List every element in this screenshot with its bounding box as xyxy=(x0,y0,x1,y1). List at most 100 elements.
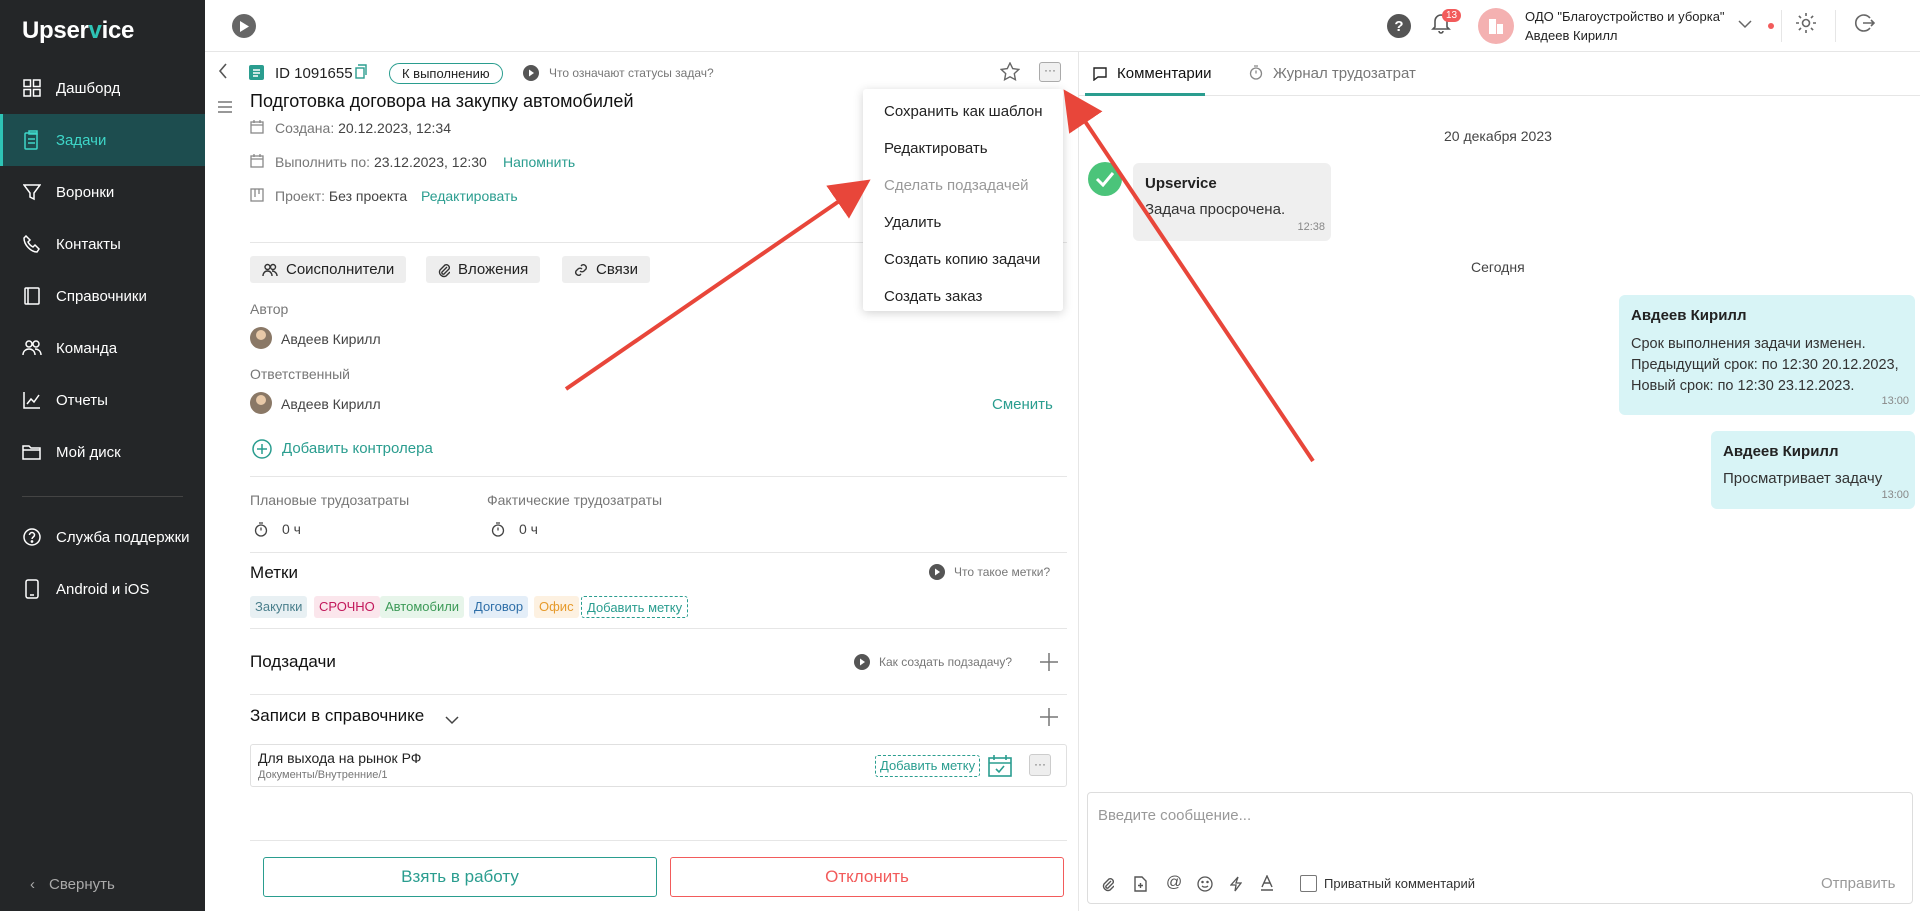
more-actions-button[interactable]: ··· xyxy=(1039,62,1061,82)
lightning-icon[interactable] xyxy=(1229,876,1243,897)
paperclip-icon[interactable] xyxy=(1102,876,1115,897)
add-circle-icon[interactable] xyxy=(252,439,272,464)
nav-item-dashboard[interactable]: Дашборд xyxy=(0,62,205,114)
plan-label: Плановые трудозатраты xyxy=(250,492,410,508)
timer-icon xyxy=(254,522,268,542)
attachments-button[interactable]: Вложения xyxy=(426,256,541,283)
status-badge[interactable]: К выполнению xyxy=(389,63,503,84)
play-video-icon[interactable] xyxy=(232,14,256,38)
tags-help-link[interactable]: Что такое метки? xyxy=(954,565,1050,579)
date-separator: Сегодня xyxy=(1471,259,1525,275)
chat-icon xyxy=(1092,66,1108,86)
notification-badge: 13 xyxy=(1442,9,1462,22)
record-more-button[interactable]: ··· xyxy=(1029,754,1051,776)
menu-make-subtask[interactable]: Сделать подзадачей xyxy=(863,167,1063,204)
menu-copy-task[interactable]: Создать копию задачи xyxy=(863,241,1063,278)
status-help-link[interactable]: Что означают статусы задач? xyxy=(549,66,714,80)
collapse-button[interactable]: ‹ Свернуть xyxy=(30,876,115,893)
active-tab-indicator xyxy=(1085,93,1205,96)
record-path: Документы/Внутренние/1 xyxy=(258,769,388,781)
calendar-check-icon[interactable] xyxy=(988,755,1012,782)
created-field: Создана: 20.12.2023, 12:34 xyxy=(275,120,451,136)
help-circle-icon xyxy=(22,527,42,547)
nav-item-support[interactable]: Служба поддержки xyxy=(0,511,205,563)
nav-item-mobile[interactable]: Android и iOS xyxy=(0,563,205,615)
chevron-left-icon: ‹ xyxy=(30,876,35,893)
back-icon[interactable] xyxy=(218,63,228,84)
private-checkbox[interactable] xyxy=(1300,875,1317,892)
record-add-tag-button[interactable]: Добавить метку xyxy=(875,755,981,777)
subtasks-help-link[interactable]: Как создать подзадачу? xyxy=(879,655,1012,669)
nav-divider xyxy=(22,496,183,497)
tab-comments[interactable]: Комментарии xyxy=(1117,65,1211,82)
nav-item-funnels[interactable]: Воронки xyxy=(0,166,205,218)
status-dot xyxy=(1768,23,1774,29)
nav-item-reports[interactable]: Отчеты xyxy=(0,374,205,426)
logout-icon[interactable] xyxy=(1853,12,1876,39)
copy-icon[interactable] xyxy=(355,64,367,84)
tab-time-log[interactable]: Журнал трудозатрат xyxy=(1273,65,1416,82)
tag-office[interactable]: Офис xyxy=(534,596,579,618)
menu-save-template[interactable]: Сохранить как шаблон xyxy=(863,93,1063,130)
dashboard-icon xyxy=(22,78,42,98)
chevron-down-icon[interactable] xyxy=(1738,16,1752,34)
text-format-icon[interactable] xyxy=(1260,874,1274,896)
nav-item-team[interactable]: Команда xyxy=(0,322,205,374)
author-label: Автор xyxy=(250,301,289,317)
chevron-down-icon[interactable] xyxy=(445,712,459,730)
project-icon xyxy=(250,188,264,207)
take-to-work-button[interactable]: Взять в работу xyxy=(263,857,657,897)
file-add-icon[interactable] xyxy=(1134,876,1147,897)
tag-urgent[interactable]: СРОЧНО xyxy=(314,596,380,618)
nav-item-tasks[interactable]: Задачи xyxy=(0,114,205,166)
links-button[interactable]: Связи xyxy=(562,256,651,283)
message-composer: Введите сообщение... @ Приватный коммент… xyxy=(1087,792,1913,904)
funnel-icon xyxy=(22,182,42,202)
gear-icon[interactable] xyxy=(1795,12,1817,39)
project-edit-link[interactable]: Редактировать xyxy=(421,188,518,204)
divider xyxy=(250,694,1067,695)
link-icon xyxy=(575,263,587,276)
nav-item-disk[interactable]: Мой диск xyxy=(0,426,205,478)
divider xyxy=(250,552,1067,553)
mention-icon[interactable]: @ xyxy=(1166,874,1182,892)
play-video-icon[interactable] xyxy=(929,564,945,585)
nav-item-contacts[interactable]: Контакты xyxy=(0,218,205,270)
star-icon[interactable] xyxy=(999,61,1021,86)
divider xyxy=(250,476,1067,477)
add-controller-link[interactable]: Добавить контролера xyxy=(282,440,433,457)
menu-icon[interactable] xyxy=(218,100,232,118)
remind-link[interactable]: Напомнить xyxy=(503,154,575,170)
menu-delete[interactable]: Удалить xyxy=(863,204,1063,241)
record-card[interactable]: Для выхода на рынок РФ Документы/Внутрен… xyxy=(250,744,1067,787)
send-button[interactable]: Отправить xyxy=(1821,875,1895,892)
tag-contract[interactable]: Договор xyxy=(469,596,529,618)
tag-purchases[interactable]: Закупки xyxy=(250,596,308,618)
menu-create-order[interactable]: Создать заказ xyxy=(863,278,1063,315)
emoji-icon[interactable] xyxy=(1197,876,1213,897)
help-icon[interactable]: ? xyxy=(1387,14,1411,38)
date-separator: 20 декабря 2023 xyxy=(1444,128,1552,144)
task-id: ID 1091655 xyxy=(275,65,353,82)
brand-logo[interactable]: Upservice xyxy=(22,17,134,45)
tag-cars[interactable]: Автомобили xyxy=(380,596,465,618)
topbar: ? 13 ОДО "Благоустройство и уборка" Авдее… xyxy=(205,0,1920,52)
account-switcher[interactable]: ОДО "Благоустройство и уборка" Авдеев Кир… xyxy=(1525,7,1725,45)
nav-item-directories[interactable]: Справочники xyxy=(0,270,205,322)
chart-icon xyxy=(22,390,42,410)
reject-button[interactable]: Отклонить xyxy=(670,857,1064,897)
coexecutors-button[interactable]: Соисполнители xyxy=(250,256,407,283)
add-subtask-icon[interactable] xyxy=(1039,652,1059,677)
org-avatar[interactable] xyxy=(1478,8,1514,44)
add-tag-button[interactable]: Добавить метку xyxy=(581,596,689,618)
phone-icon xyxy=(22,579,42,599)
tags-title: Метки xyxy=(250,563,298,582)
team-icon xyxy=(22,338,42,358)
menu-edit[interactable]: Редактировать xyxy=(863,130,1063,167)
message-input[interactable]: Введите сообщение... xyxy=(1098,807,1251,824)
play-video-icon[interactable] xyxy=(523,65,539,86)
change-responsible-link[interactable]: Сменить xyxy=(992,396,1053,413)
play-video-icon[interactable] xyxy=(854,654,870,675)
add-record-icon[interactable] xyxy=(1039,707,1059,732)
records-title: Записи в справочнике xyxy=(250,706,425,725)
